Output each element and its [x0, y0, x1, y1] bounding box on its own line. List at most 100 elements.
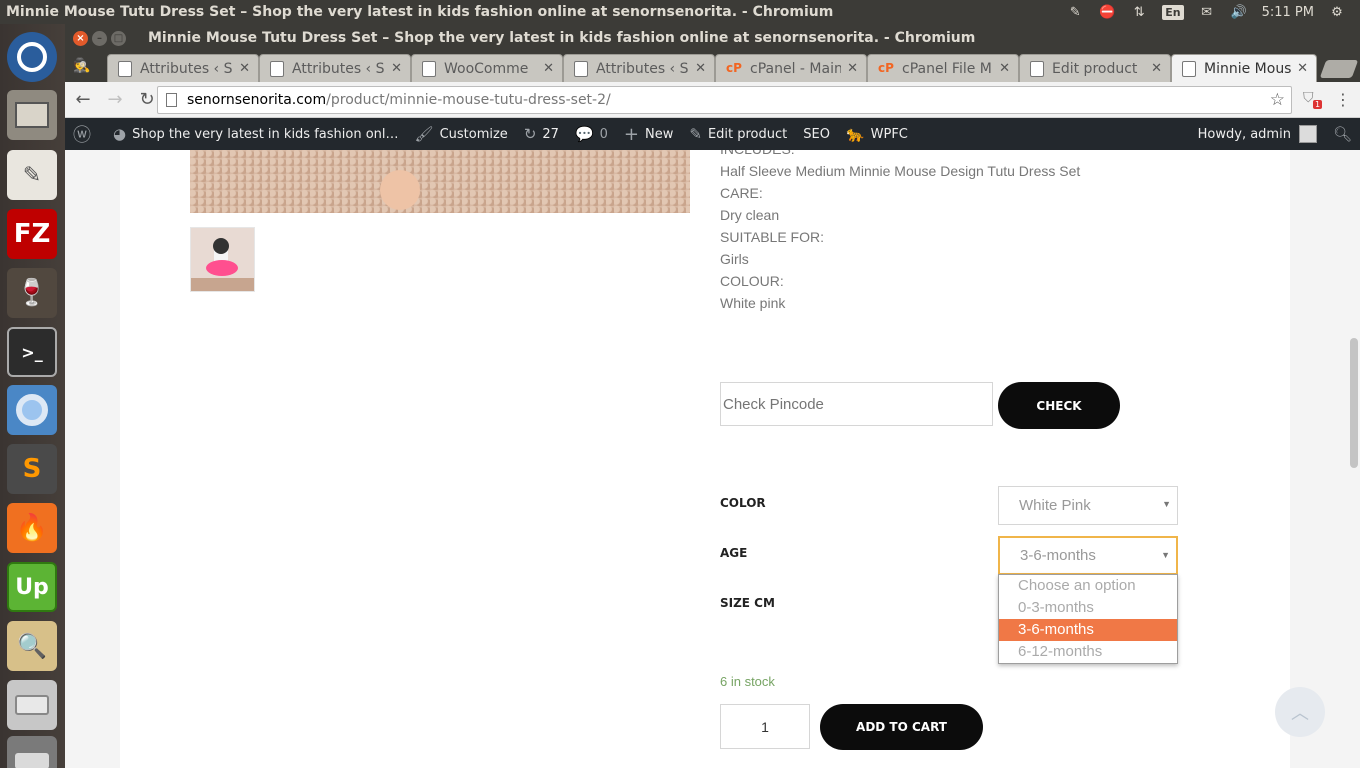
filezilla-label: FZ	[13, 219, 51, 249]
tab-minnie-mouse[interactable]: Minnie Mous ✕	[1171, 54, 1317, 82]
close-tab-icon[interactable]: ✕	[847, 61, 858, 76]
tab-cpanel-main[interactable]: cP cPanel - Main ✕	[715, 54, 867, 82]
description-line: Girls	[720, 251, 749, 267]
check-pincode-button[interactable]: CHECK	[998, 382, 1120, 429]
age-label: AGE	[720, 546, 748, 560]
hotshots-icon[interactable]: 🔥	[7, 503, 57, 553]
mail-icon[interactable]: ✉	[1198, 4, 1216, 20]
updates-link[interactable]: ↻ 27	[516, 118, 567, 150]
dashboard-icon: ◕	[113, 125, 127, 143]
chevron-down-icon: ▼	[1162, 499, 1171, 509]
seo-link[interactable]: SEO	[795, 118, 838, 150]
close-tab-icon[interactable]: ✕	[239, 61, 250, 76]
comment-icon: 💬	[574, 125, 594, 143]
no-entry-icon[interactable]: ⛔	[1098, 4, 1116, 20]
new-content-link[interactable]: + New	[616, 118, 681, 150]
tab-attributes-3[interactable]: Attributes ‹ S ✕	[563, 54, 715, 82]
browser-menu-icon[interactable]: ⋮	[1335, 90, 1351, 109]
age-option[interactable]: 0-3-months	[999, 597, 1177, 619]
quantity-field[interactable]: 1	[720, 704, 810, 749]
description-line: Half Sleeve Medium Minnie Mouse Design T…	[720, 163, 1081, 179]
scroll-to-top-button[interactable]: ︿	[1275, 687, 1325, 737]
product-thumbnail[interactable]	[190, 227, 255, 292]
wordpress-logo-icon[interactable]: ⓦ	[65, 118, 105, 150]
age-option-selected[interactable]: 3-6-months	[999, 619, 1177, 641]
gear-icon[interactable]: ⚙	[1328, 4, 1346, 20]
chevron-down-icon: ▼	[1161, 550, 1170, 560]
add-to-cart-button[interactable]: ADD TO CART	[820, 704, 983, 750]
feather-icon[interactable]: ✎	[1066, 4, 1084, 20]
page-icon	[118, 60, 132, 77]
os-window-title: Minnie Mouse Tutu Dress Set – Shop the v…	[6, 4, 834, 20]
page-icon	[1030, 60, 1044, 77]
ubuntu-dash-icon[interactable]	[7, 32, 57, 82]
forward-arrow-icon[interactable]: →	[101, 86, 129, 114]
disks-icon[interactable]	[7, 680, 57, 730]
close-tab-icon[interactable]: ✕	[999, 61, 1010, 76]
tab-edit-product[interactable]: Edit product ✕	[1019, 54, 1171, 82]
network-icon[interactable]: ⇅	[1130, 4, 1148, 20]
wpfc-link[interactable]: 🐆 WPFC	[838, 118, 916, 150]
volume-icon[interactable]: 🔊	[1230, 4, 1248, 20]
age-dropdown-list: Choose an option 0-3-months 3-6-months 6…	[998, 574, 1178, 664]
image-viewer-icon[interactable]: 🔍	[7, 621, 57, 671]
admin-search-icon[interactable]: 🔍︎	[1325, 118, 1360, 150]
unity-launcher: ✎ FZ 🍷 >_ S 🔥 Up 🔍	[0, 24, 65, 768]
close-tab-icon[interactable]: ✕	[1297, 61, 1308, 76]
os-top-panel: Minnie Mouse Tutu Dress Set – Shop the v…	[0, 0, 1360, 24]
close-tab-icon[interactable]: ✕	[1151, 61, 1162, 76]
minimize-window-icon[interactable]: –	[92, 30, 107, 46]
sublime-text-icon[interactable]: S	[7, 444, 57, 494]
age-option[interactable]: 6-12-months	[999, 641, 1177, 663]
description-line: CARE:	[720, 185, 763, 201]
clock[interactable]: 5:11 PM	[1262, 5, 1314, 20]
brush-icon: 🖌	[414, 125, 434, 143]
age-select[interactable]: 3-6-months ▼	[998, 536, 1178, 575]
my-account-link[interactable]: Howdy, admin	[1190, 118, 1325, 150]
chromium-icon[interactable]	[7, 385, 57, 435]
close-window-icon[interactable]: ×	[73, 30, 88, 46]
tab-attributes-1[interactable]: Attributes ‹ S ✕	[107, 54, 259, 82]
address-bar[interactable]: senornsenorita.com/product/minnie-mouse-…	[157, 86, 1292, 114]
age-option[interactable]: Choose an option	[999, 575, 1177, 597]
upwork-icon[interactable]: Up	[7, 562, 57, 612]
page-icon	[574, 60, 588, 77]
filezilla-icon[interactable]: FZ	[7, 209, 57, 259]
text-editor-icon[interactable]: ✎	[7, 150, 57, 200]
comments-link[interactable]: 💬 0	[567, 118, 616, 150]
usb-drive-icon[interactable]	[7, 736, 57, 768]
tab-strip: 🕵 Attributes ‹ S ✕ Attributes ‹ S ✕ WooC…	[65, 52, 1360, 82]
keyboard-language[interactable]: En	[1162, 4, 1184, 20]
extension-shield-icon[interactable]: ⛉ 1	[1303, 90, 1323, 110]
tab-cpanel-file-manager[interactable]: cP cPanel File M ✕	[867, 54, 1019, 82]
site-name-link[interactable]: ◕ Shop the very latest in kids fashion on…	[105, 118, 407, 150]
tab-woocommerce[interactable]: WooComme ✕	[411, 54, 563, 82]
wine-icon[interactable]: 🍷	[7, 268, 57, 318]
back-arrow-icon[interactable]: ←	[69, 86, 97, 114]
customize-link[interactable]: 🖌 Customize	[407, 118, 516, 150]
color-select[interactable]: White Pink ▼	[998, 486, 1178, 525]
pincode-input[interactable]	[720, 382, 993, 426]
upwork-label: Up	[15, 574, 49, 600]
page-info-icon[interactable]	[166, 93, 177, 107]
terminal-icon[interactable]: >_	[7, 327, 57, 377]
scrollbar-thumb[interactable]	[1350, 338, 1358, 468]
bookmark-star-icon[interactable]: ☆	[1270, 90, 1285, 110]
cpanel-icon: cP	[878, 60, 894, 75]
sublime-label: S	[22, 454, 42, 484]
files-icon[interactable]	[7, 90, 57, 140]
page-scrollbar[interactable]	[1348, 150, 1360, 768]
tab-attributes-2[interactable]: Attributes ‹ S ✕	[259, 54, 411, 82]
window-title: Minnie Mouse Tutu Dress Set – Shop the v…	[148, 30, 976, 46]
maximize-window-icon[interactable]: □	[111, 30, 126, 46]
product-main-image[interactable]	[190, 150, 690, 213]
edit-product-link[interactable]: ✎ Edit product	[681, 118, 795, 150]
browser-toolbar: ← → ↻ senornsenorita.com/product/minnie-…	[65, 82, 1360, 118]
close-tab-icon[interactable]: ✕	[391, 61, 402, 76]
updates-icon: ↻	[523, 125, 537, 143]
close-tab-icon[interactable]: ✕	[543, 61, 554, 76]
image-detail	[380, 170, 420, 210]
close-tab-icon[interactable]: ✕	[695, 61, 706, 76]
age-select-value: 3-6-months	[1020, 547, 1096, 564]
new-tab-button[interactable]	[1319, 60, 1359, 78]
